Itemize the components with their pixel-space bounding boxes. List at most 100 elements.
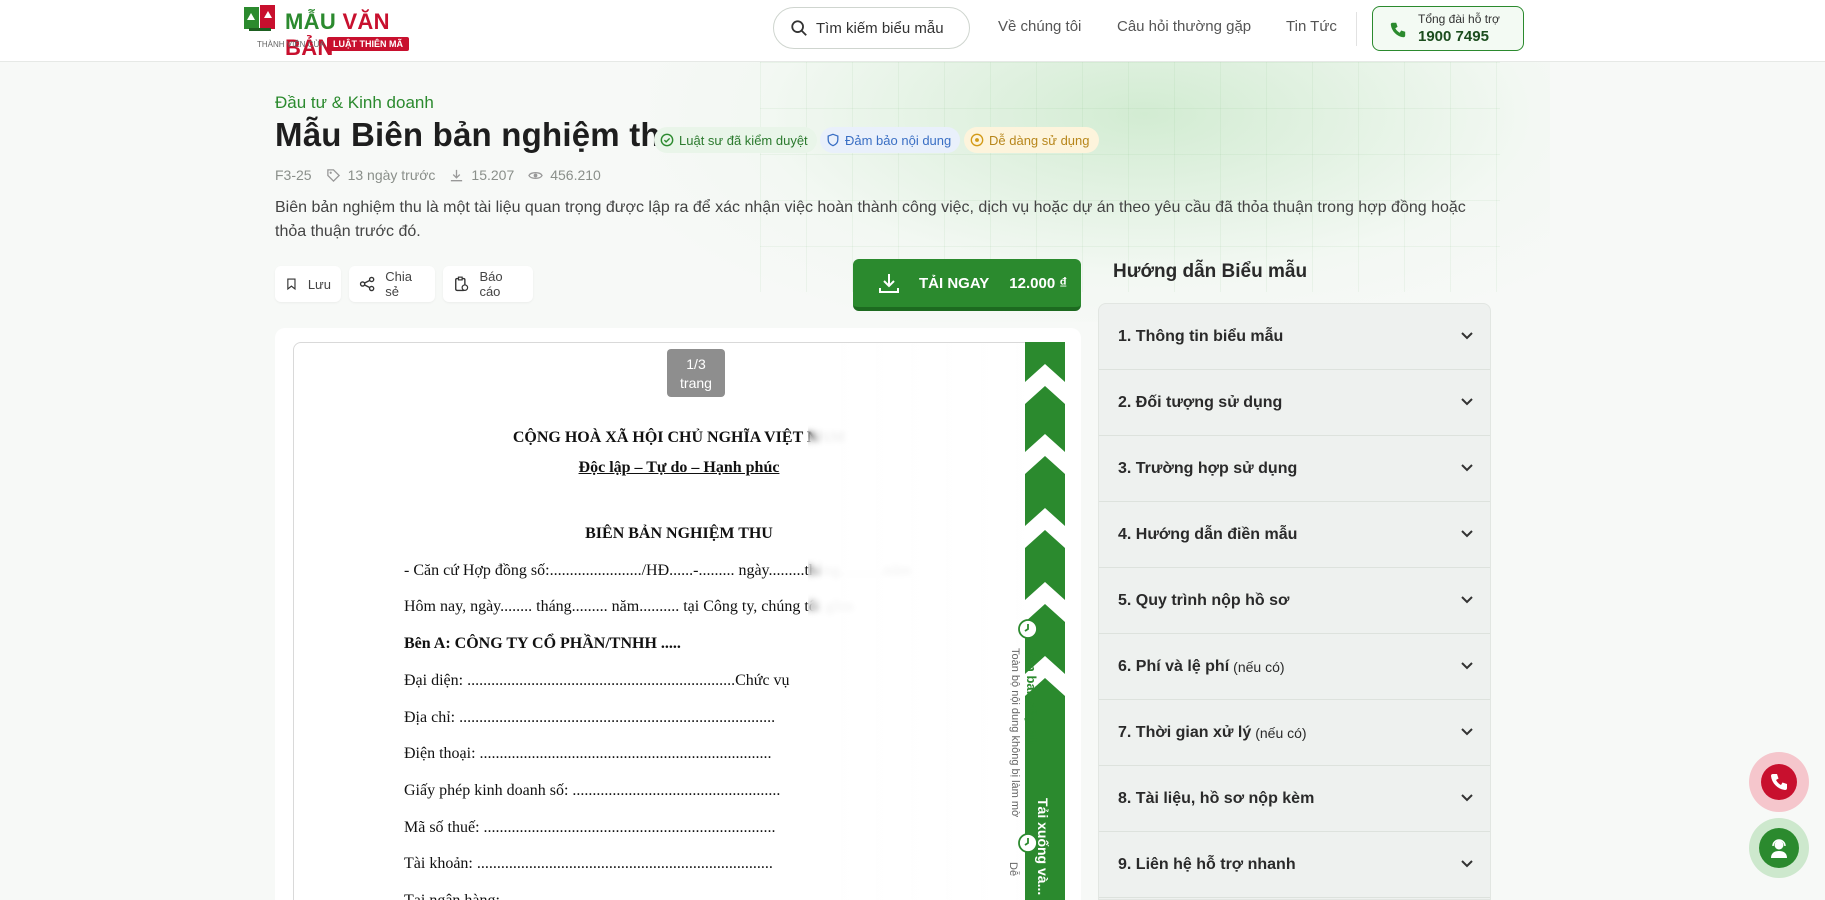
badge-content-guarantee: Đảm bảo nội dung [820, 127, 961, 153]
badge-label: Dễ dàng sử dụng [989, 132, 1090, 148]
guide-title: Hướng dẫn Biểu mẫu [1113, 261, 1308, 282]
guide-item-label: 9. Liên hệ hỗ trợ nhanh [1118, 855, 1296, 873]
download-price: 12.000 ₫ [1009, 274, 1068, 292]
nav-about[interactable]: Về chúng tôi [998, 18, 1081, 35]
phone-icon [1390, 22, 1406, 38]
share-label: Chia sẻ [385, 269, 412, 299]
logo-member-text: THÀNH VIÊN CỦA [257, 40, 325, 49]
logo-wordmark: MẪU VĂN BẢN [285, 9, 390, 60]
chevron-down-icon [1461, 398, 1473, 406]
badge-easy-use: Dễ dàng sử dụng [964, 127, 1099, 153]
nav-faq[interactable]: Câu hỏi thường gặp [1117, 18, 1251, 35]
note-title: Định [1025, 862, 1040, 891]
support-chat-fab-button[interactable] [1749, 818, 1809, 878]
doc-line: Địa chỉ: ...............................… [404, 709, 776, 726]
site-header: MẪU VĂN BẢN THÀNH VIÊN CỦA LUẬT THIÊN MÃ… [0, 0, 1825, 62]
nav-news[interactable]: Tin Tức [1286, 18, 1337, 35]
doc-line: Giấy phép kinh doanh số: ...............… [404, 782, 781, 799]
chevron-down-icon [1461, 530, 1473, 538]
report-label: Báo cáo [479, 269, 503, 299]
share-button[interactable]: Chia sẻ [349, 266, 435, 302]
guide-item-fees[interactable]: 6. Phí và lệ phí (nếu có) [1099, 634, 1490, 700]
support-fab-inner [1759, 828, 1799, 868]
search-box[interactable] [773, 7, 970, 49]
download-icon [451, 169, 463, 181]
guide-item-label: 3. Trường hợp sử dụng [1118, 459, 1298, 477]
call-fab-button[interactable] [1749, 752, 1809, 812]
category-link[interactable]: Đầu tư & Kinh doanh [275, 93, 434, 113]
hotline-button[interactable]: Tổng đài hỗ trợ 1900 7495 [1372, 6, 1524, 51]
badge-lawyer-verified: Luật sư đã kiểm duyệt [654, 127, 817, 153]
doc-line: Tài khoản: .............................… [404, 855, 773, 872]
clock-icon [1018, 833, 1038, 853]
download-icon [879, 274, 899, 293]
call-fab-inner [1761, 764, 1797, 800]
guide-item-label: 1. Thông tin biểu mẫu [1118, 327, 1284, 345]
guide-item-label: 6. Phí và lệ phí [1118, 657, 1230, 675]
guide-item-label: 4. Hướng dẫn điền mẫu [1118, 525, 1298, 543]
guide-item-label: 8. Tài liệu, hồ sơ nộp kèm [1118, 789, 1315, 807]
format-note: Định Dễ [1001, 826, 1051, 900]
chevron-down-icon [1461, 794, 1473, 802]
guide-item-cases[interactable]: 3. Trường hợp sử dụng [1099, 436, 1490, 502]
search-input[interactable] [816, 19, 956, 37]
badge-label: Luật sư đã kiểm duyệt [679, 132, 808, 148]
guide-item-fill-guide[interactable]: 4. Hướng dẫn điền mẫu [1099, 502, 1490, 568]
share-icon [359, 276, 375, 292]
chevron-down-icon [1461, 596, 1473, 604]
page-indicator: 1/3 trang [667, 349, 725, 397]
doc-line: Đại diện: ..............................… [404, 672, 790, 689]
check-circle-icon [660, 133, 674, 147]
report-icon [455, 276, 469, 292]
updated-time: 13 ngày trước [347, 167, 436, 183]
bookmark-icon [287, 278, 296, 291]
guide-item-audience[interactable]: 2. Đối tượng sử dụng [1099, 370, 1490, 436]
doc-line: Hôm nay, ngày........ tháng......... năm… [404, 598, 854, 615]
scales-logo-icon [244, 5, 275, 31]
shield-icon [827, 133, 839, 147]
document-description: Biên bản nghiệm thu là một tài liệu quan… [275, 199, 1466, 240]
doc-party-a: Bên A: CÔNG TY CỔ PHẦN/TNHH ..... [404, 635, 681, 652]
smile-icon [970, 133, 984, 147]
doc-line: Mã số thuế: ............................… [404, 819, 776, 836]
guide-item-info[interactable]: 1. Thông tin biểu mẫu [1099, 304, 1490, 370]
page-number: 1/3 [686, 356, 706, 372]
save-button[interactable]: Lưu [275, 266, 341, 302]
hotline-label: Tổng đài hỗ trợ [1418, 12, 1500, 26]
document-page: CỘNG HOÀ XÃ HỘI CHỦ NGHĨA VIỆT NAM Độc l… [293, 342, 1063, 900]
guide-item-label: 5. Quy trình nộp hồ sơ [1118, 591, 1290, 609]
nav-divider [1356, 12, 1357, 46]
doc-line: Tại ngân hàng: [404, 892, 500, 900]
chevron-down-icon [1461, 662, 1473, 670]
guide-item-note: (nếu có) [1233, 658, 1285, 675]
save-label: Lưu [307, 276, 331, 292]
logo-brand-badge: LUẬT THIÊN MÃ [327, 37, 409, 51]
note-sub: Toàn bộ nội dung không bị làm mờ [1009, 648, 1021, 818]
document-meta: F3-25 13 ngày trước 15.207 456.210 [275, 167, 601, 183]
guide-item-label: 2. Đối tượng sử dụng [1118, 393, 1283, 411]
guide-accordion: 1. Thông tin biểu mẫu 2. Đối tượng sử dụ… [1098, 303, 1491, 900]
guide-item-label: 7. Thời gian xử lý [1118, 723, 1252, 741]
note-sub: Dễ [1007, 862, 1019, 877]
download-now-button[interactable]: TẢI NGAY 12.000 ₫ [853, 259, 1081, 311]
badge-label: Đảm bảo nội dung [845, 132, 952, 148]
site-logo[interactable]: MẪU VĂN BẢN THÀNH VIÊN CỦA LUẬT THIÊN MÃ [243, 3, 423, 60]
hero-grid-pattern [760, 62, 1500, 292]
search-icon [791, 20, 807, 36]
download-count: 15.207 [471, 167, 515, 183]
doc-line: Điện thoại: ............................… [404, 745, 772, 762]
guide-item-contact[interactable]: 9. Liên hệ hỗ trợ nhanh [1099, 832, 1490, 898]
guide-item-time[interactable]: 7. Thời gian xử lý (nếu có) [1099, 700, 1490, 766]
tag-icon [326, 168, 340, 182]
support-agent-icon [1771, 839, 1787, 858]
chevron-down-icon [1461, 860, 1473, 868]
chevron-down-icon [1461, 332, 1473, 340]
guide-item-process[interactable]: 5. Quy trình nộp hồ sơ [1099, 568, 1490, 634]
guide-item-note: (nếu có) [1255, 724, 1307, 741]
document-preview[interactable]: CỘNG HOÀ XÃ HỘI CHỦ NGHĨA VIỆT NAM Độc l… [275, 328, 1081, 900]
eye-icon [528, 171, 544, 179]
chevron-down-icon [1461, 464, 1473, 472]
view-count: 456.210 [550, 167, 601, 183]
report-button[interactable]: Báo cáo [443, 266, 533, 302]
guide-item-attachments[interactable]: 8. Tài liệu, hồ sơ nộp kèm [1099, 766, 1490, 832]
